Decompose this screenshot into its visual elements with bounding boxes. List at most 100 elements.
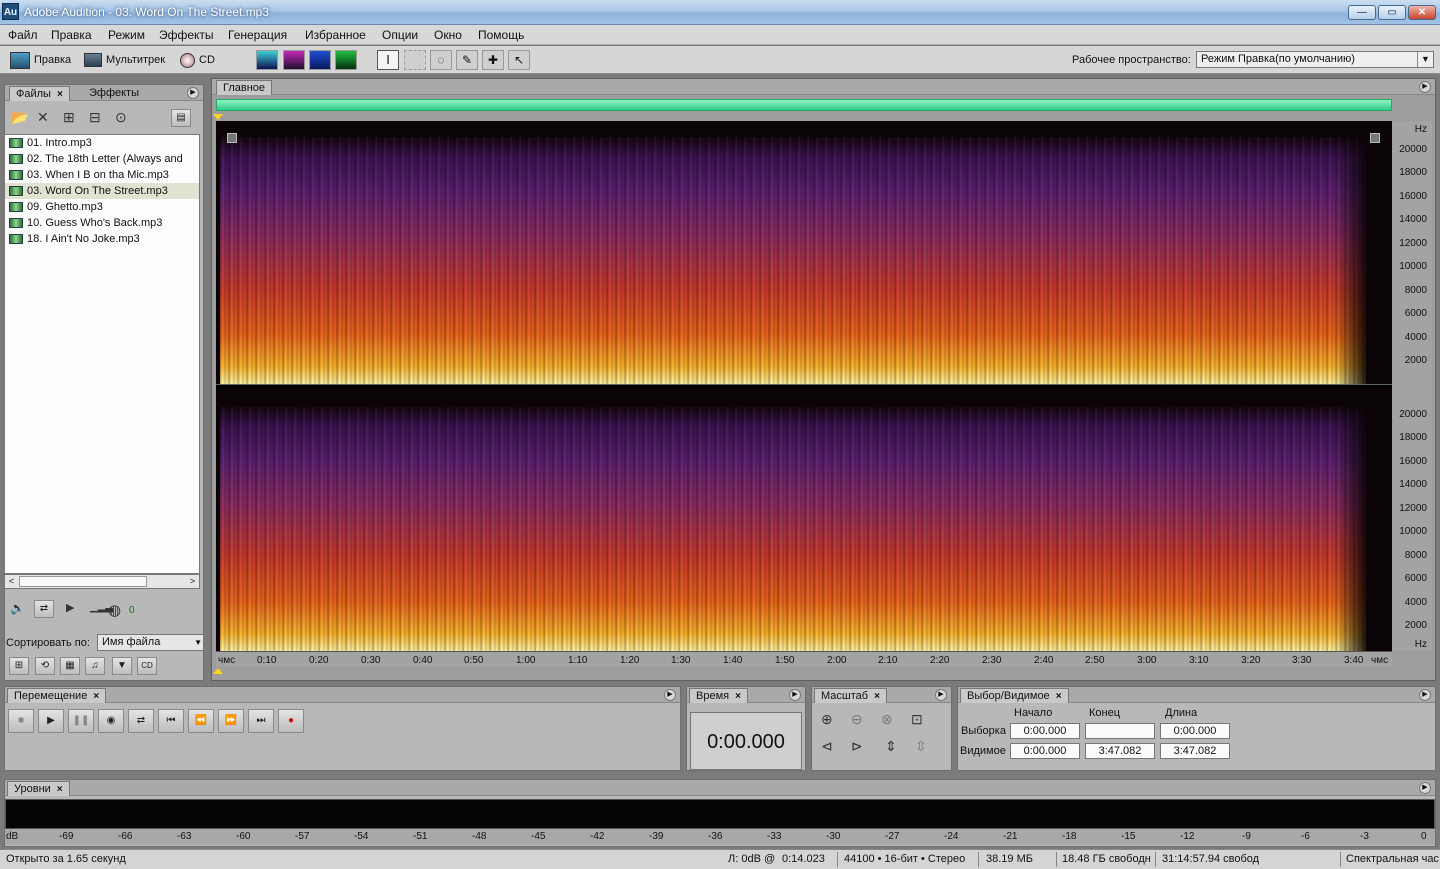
phase-view-icon[interactable] (335, 50, 357, 70)
panel-menu-icon[interactable]: ▶ (1419, 81, 1431, 93)
file-list-item[interactable]: 10. Guess Who's Back.mp3 (5, 215, 199, 231)
file-list-item[interactable]: 09. Ghetto.mp3 (5, 199, 199, 215)
tab-zoom[interactable]: Масштаб × (814, 688, 887, 703)
panel-menu-icon[interactable]: ▶ (187, 87, 199, 99)
tab-effects[interactable]: Эффекты (83, 86, 145, 101)
close-file-icon[interactable]: ✕ (37, 109, 49, 126)
filter-button[interactable]: ▼ (112, 657, 132, 675)
show-midi-button[interactable]: ♫ (85, 657, 105, 675)
multitrack-mode-button[interactable]: Мультитрек (84, 50, 165, 70)
close-icon[interactable]: × (874, 691, 880, 702)
zoom-out-full-icon[interactable]: ⊗ (881, 711, 893, 728)
menu-help[interactable]: Помощь (478, 28, 524, 42)
menu-file[interactable]: Файл (8, 28, 38, 42)
insert-multitrack-button[interactable]: ⊞ (9, 657, 29, 675)
time-ruler[interactable]: чмс 0:10 0:20 0:30 0:40 0:50 1:00 1:10 1… (216, 651, 1392, 667)
playhead-top-marker[interactable] (213, 114, 223, 120)
zoom-right-edge-icon[interactable]: ⊳ (851, 738, 863, 755)
insert-cd-icon[interactable]: ⊟ (89, 109, 101, 126)
tab-transport[interactable]: Перемещение × (7, 688, 107, 703)
tab-files[interactable]: Файлы × (9, 86, 70, 101)
view-end-field[interactable]: 3:47.082 (1085, 743, 1155, 759)
scroll-left-icon[interactable]: < (5, 575, 18, 588)
zoom-out-vertical-icon[interactable]: ⇳ (915, 738, 927, 755)
zoom-in-vertical-icon[interactable]: ⇕ (885, 738, 897, 755)
scroll-thumb[interactable] (19, 576, 147, 587)
stop-button[interactable]: ■ (8, 709, 34, 733)
panel-menu-icon[interactable]: ▶ (1419, 782, 1431, 794)
pause-button[interactable]: ❚❚ (68, 709, 94, 733)
menu-options[interactable]: Опции (382, 28, 418, 42)
view-start-field[interactable]: 0:00.000 (1010, 743, 1080, 759)
show-cd-button[interactable]: CD (137, 657, 157, 675)
auto-play-toggle-icon[interactable]: ▤ (171, 109, 191, 127)
tab-main[interactable]: Главное (216, 80, 273, 95)
file-list-item-selected[interactable]: 03. Word On The Street.mp3 (5, 183, 199, 199)
panel-menu-icon[interactable]: ▶ (789, 689, 801, 701)
minimize-button[interactable]: — (1348, 5, 1376, 20)
playhead-bottom-marker[interactable] (213, 668, 223, 674)
import-icon[interactable]: ⊙ (115, 109, 127, 126)
file-list-item[interactable]: 18. I Ain't No Joke.mp3 (5, 231, 199, 247)
panel-menu-icon[interactable]: ▶ (1419, 689, 1431, 701)
file-list-item[interactable]: 02. The 18th Letter (Always and (5, 151, 199, 167)
waveform-overview-bar[interactable] (216, 99, 1392, 111)
menu-effects[interactable]: Эффекты (159, 28, 214, 42)
speaker-icon[interactable]: 🔈 (10, 601, 25, 615)
healing-tool-icon[interactable]: ✚ (482, 50, 504, 70)
show-video-button[interactable]: ▦ (60, 657, 80, 675)
close-icon[interactable]: × (57, 89, 63, 100)
record-button[interactable]: ● (278, 709, 304, 733)
spectrogram-left-channel[interactable] (216, 121, 1392, 384)
menu-generate[interactable]: Генерация (228, 28, 287, 42)
selection-start-field[interactable]: 0:00.000 (1010, 723, 1080, 739)
insert-multitrack-icon[interactable]: ⊞ (63, 109, 75, 126)
edit-mode-button[interactable]: Правка (10, 50, 71, 70)
spectrogram-right-channel[interactable] (216, 389, 1392, 651)
refresh-button[interactable]: ⟲ (35, 657, 55, 675)
selection-end-field[interactable] (1085, 723, 1155, 739)
zoom-out-horizontal-icon[interactable]: ⊖ (851, 711, 863, 728)
scroll-right-icon[interactable]: > (186, 575, 199, 588)
spectral-view-icon[interactable] (283, 50, 305, 70)
go-to-end-button[interactable]: ⏭ (248, 709, 274, 733)
sort-dropdown[interactable]: Имя файла ▼ (97, 634, 204, 651)
play-icon[interactable]: ▶ (66, 601, 74, 614)
spectrogram-display[interactable] (216, 121, 1392, 651)
play-button[interactable]: ▶ (38, 709, 64, 733)
loop-play-button[interactable]: ⇄ (128, 709, 154, 733)
rewind-button[interactable]: ⏪ (188, 709, 214, 733)
close-icon[interactable]: × (57, 784, 63, 795)
marquee-tool-icon[interactable] (404, 50, 426, 70)
waveform-view-icon[interactable] (256, 50, 278, 70)
menu-window[interactable]: Окно (434, 28, 462, 42)
file-list-item[interactable]: 01. Intro.mp3 (5, 135, 199, 151)
time-selection-tool-icon[interactable]: I (377, 50, 399, 70)
zoom-left-edge-icon[interactable]: ⊲ (821, 738, 833, 755)
menu-favorites[interactable]: Избранное (305, 28, 366, 42)
menu-edit[interactable]: Правка (51, 28, 92, 42)
selection-length-field[interactable]: 0:00.000 (1160, 723, 1230, 739)
panel-menu-icon[interactable]: ▶ (664, 689, 676, 701)
close-button[interactable]: ✕ (1408, 5, 1436, 20)
zoom-selection-icon[interactable]: ⊡ (911, 711, 923, 728)
zoom-in-horizontal-icon[interactable]: ⊕ (821, 711, 833, 728)
pan-view-icon[interactable] (309, 50, 331, 70)
close-icon[interactable]: × (93, 691, 99, 702)
volume-knob-icon[interactable]: ◍ (108, 601, 121, 619)
go-to-start-button[interactable]: ⏮ (158, 709, 184, 733)
file-list-scrollbar[interactable]: < > (4, 574, 200, 589)
close-icon[interactable]: × (1056, 691, 1062, 702)
scrub-tool-icon[interactable]: ↖ (508, 50, 530, 70)
brush-tool-icon[interactable]: ✎ (456, 50, 478, 70)
tab-selection-view[interactable]: Выбор/Видимое × (960, 688, 1069, 703)
panel-menu-icon[interactable]: ▶ (935, 689, 947, 701)
loop-button[interactable]: ⇄ (34, 600, 54, 618)
zoom-corner-left-icon[interactable] (227, 133, 237, 143)
fast-forward-button[interactable]: ⏩ (218, 709, 244, 733)
menu-view[interactable]: Режим (108, 28, 145, 42)
tab-time[interactable]: Время × (689, 688, 748, 703)
workspace-dropdown[interactable]: Режим Правка(по умолчанию) ▼ (1196, 51, 1434, 68)
lasso-tool-icon[interactable]: ◌ (430, 50, 452, 70)
open-file-icon[interactable]: 📂 (11, 109, 28, 126)
